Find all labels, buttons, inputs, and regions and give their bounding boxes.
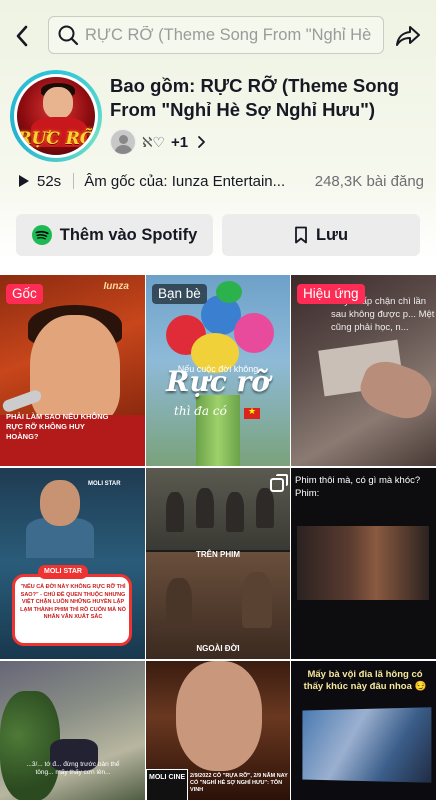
tile-brand: MOLI STAR [88, 481, 121, 487]
thumb-screen [302, 707, 432, 783]
tile-caption: Mấy bà vội đia lã hông có thấy khúc này … [303, 669, 427, 692]
back-arrow-icon [16, 25, 28, 47]
cover-art: RỰC RỠ [14, 74, 98, 158]
video-tile[interactable]: Mấy bà vội đia lã hông có thấy khúc này … [291, 661, 436, 800]
sound-stats: 52s Âm gốc của: Iunza Entertain... 248,3… [18, 170, 424, 192]
tile-label-bottom: NGOÀI ĐỜI [196, 644, 240, 653]
video-tile[interactable]: MOLI STAR MOLI STAR "NẾU CẢ ĐỜI NÀY KHÔN… [0, 468, 145, 659]
thumb-head [176, 661, 262, 771]
tile-caption: PHẢI LÀM SAO NẾU KHÔNG RỰC RỠ KHÔNG HUY … [6, 412, 109, 441]
thumb-person [166, 492, 184, 532]
thumb-person [30, 315, 120, 425]
share-button[interactable] [392, 20, 424, 52]
video-tile[interactable]: Phim thôi mà, có gì mà khóc? Phim: [291, 468, 436, 659]
sound-cover[interactable]: RỰC RỠ [10, 70, 102, 162]
thumb-person [226, 492, 244, 532]
cover-face [43, 87, 73, 119]
search-bar[interactable] [48, 16, 384, 54]
tile-caption: 2/9/2022 CÔ "RỰA RỠ", 2/9 NĂM NAY CÓ "NG… [190, 773, 288, 793]
multi-photo-icon [270, 474, 288, 492]
search-icon [58, 25, 79, 46]
tile-caption-small-2: thì đa có [174, 404, 227, 418]
sound-title: Bao gồm: RỰC RỠ (Theme Song From "Nghỉ H… [110, 75, 400, 120]
video-tile[interactable]: Bạn bè Nếu cuộc đời không Rực rỡ thì đa … [146, 275, 290, 466]
action-buttons: Thêm vào Spotify Lưu [16, 214, 420, 256]
save-label: Lưu [315, 225, 349, 244]
search-input[interactable] [85, 25, 375, 45]
chevron-right-icon [198, 136, 205, 148]
thumb-person [242, 572, 272, 628]
video-tile[interactable]: MOLI CINE 2/9/2022 CÔ "RỰA RỠ", 2/9 NĂM … [146, 661, 290, 800]
back-button[interactable] [8, 20, 36, 52]
thumb-screen [297, 526, 429, 600]
video-tile[interactable]: ...ay chấp chận chì lần sau không được p… [291, 275, 436, 466]
original-sound-link[interactable]: Âm gốc của: Iunza Entertain... [84, 173, 285, 190]
top-bar [0, 0, 436, 70]
tile-caption: ...3/... tớ đ... đừng trước bản thể tông… [26, 761, 120, 776]
creator-more-count: +1 [170, 133, 189, 151]
thumb-balloon [216, 281, 242, 303]
duration: 52s [37, 172, 62, 190]
save-button[interactable]: Lưu [222, 214, 420, 256]
thumb-person [166, 578, 192, 628]
tile-caption: "NẾU CẢ ĐỜI NÀY KHÔNG RỰC RỠ THÌ SAO?" -… [20, 584, 126, 620]
bookmark-icon [294, 226, 308, 244]
creator-handle: ℵ♡ [142, 133, 165, 150]
add-to-spotify-label: Thêm vào Spotify [59, 225, 198, 244]
thumb-balloon [234, 313, 274, 353]
thumb-person [256, 488, 274, 528]
badge-friends: Bạn bè [152, 284, 207, 304]
play-icon[interactable] [18, 174, 30, 188]
add-to-spotify-button[interactable]: Thêm vào Spotify [16, 214, 213, 256]
video-tile[interactable]: ...3/... tớ đ... đừng trước bản thể tông… [0, 661, 145, 800]
share-icon [396, 26, 420, 46]
video-grid: Iunza Gốc PHẢI LÀM SAO NẾU KHÔNG RỰC RỠ … [0, 275, 436, 800]
thumb-brand: Iunza [103, 281, 129, 292]
creator-list[interactable]: ℵ♡ +1 [110, 128, 206, 156]
video-tile[interactable]: Iunza Gốc PHẢI LÀM SAO NẾU KHÔNG RỰC RỠ … [0, 275, 145, 466]
thumb-face [40, 480, 80, 526]
tile-brand-pill: MOLI STAR [38, 565, 88, 579]
tile-caption: Phim thôi mà, có gì mà khóc? Phim: [295, 475, 421, 499]
thumb-person [196, 488, 214, 528]
tile-caption-big: Rực rỡ [166, 365, 270, 398]
video-tile[interactable]: TRÊN PHIM NGOÀI ĐỜI [146, 468, 290, 659]
tile-label-top: TRÊN PHIM [196, 550, 240, 559]
badge-original: Gốc [6, 284, 43, 304]
tile-brand: MOLI CINE [149, 774, 186, 781]
cover-logo: RỰC RỠ [17, 129, 95, 149]
post-count: 248,3K bài đăng [314, 172, 424, 190]
divider [73, 173, 75, 189]
badge-effect: Hiệu ứng [297, 284, 365, 304]
spotify-icon [31, 225, 52, 245]
vietnam-flag-icon [244, 406, 260, 419]
avatar [110, 129, 136, 155]
